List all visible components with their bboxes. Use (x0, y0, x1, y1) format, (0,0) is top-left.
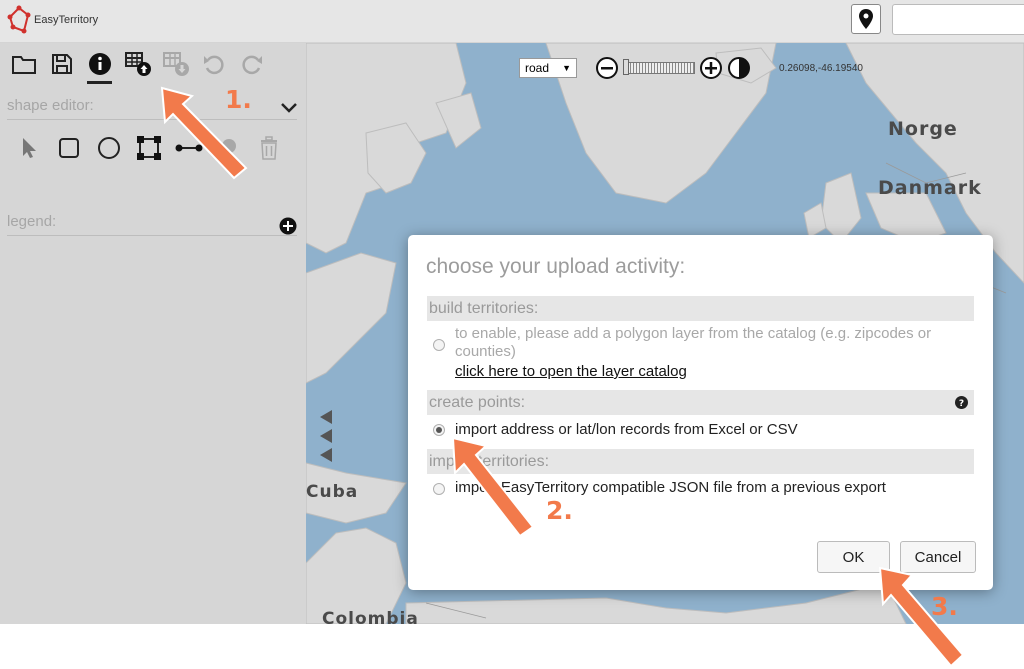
line-tool-button[interactable] (174, 135, 204, 161)
save-button[interactable] (46, 49, 77, 79)
circle-icon (98, 137, 120, 159)
annotation-step-1: 1. (225, 85, 252, 114)
map-label-cuba: Cuba (306, 482, 359, 502)
point-tool-button[interactable] (214, 135, 244, 161)
cancel-button[interactable]: Cancel (900, 541, 976, 573)
zoom-out-icon[interactable] (595, 56, 619, 80)
rectangle-tool-button[interactable] (54, 135, 84, 161)
radio-import-territories[interactable] (433, 483, 445, 495)
table-upload-icon (124, 52, 151, 76)
section-header-import-territories: import territories: (427, 449, 974, 474)
save-icon (51, 54, 72, 74)
svg-text:?: ? (959, 399, 964, 409)
option-build-territories-text: to enable, please add a polygon layer fr… (455, 325, 932, 360)
redo-icon (241, 55, 262, 75)
table-download-icon (162, 52, 189, 76)
section-header-build-territories: build territories: (427, 296, 974, 321)
polygon-icon (137, 136, 161, 160)
upload-table-button[interactable] (122, 49, 153, 79)
map-label-norge: Norge (888, 118, 958, 140)
section-header-create-points-label: create points: (429, 394, 526, 411)
zoom-slider-knob[interactable] (623, 59, 629, 75)
contrast-icon[interactable] (727, 56, 751, 80)
map-style-select[interactable]: road ▼ (519, 58, 577, 78)
map-style-value: road (525, 61, 550, 75)
chevron-down-icon: ▼ (562, 63, 571, 73)
download-table-button[interactable] (160, 49, 191, 79)
radio-create-points[interactable] (433, 424, 445, 436)
cursor-arrow-icon (23, 138, 36, 158)
upload-activity-dialog: choose your upload activity: build terri… (408, 235, 993, 590)
dialog-title: choose your upload activity: (426, 255, 686, 278)
main-toolbar (8, 49, 267, 84)
logo-icon (7, 5, 31, 34)
chevron-down-icon[interactable] (281, 103, 297, 113)
radio-build-territories[interactable] (433, 339, 445, 351)
trash-icon (261, 136, 277, 160)
ok-button[interactable]: OK (817, 541, 890, 573)
point-icon (222, 139, 236, 153)
left-panel: shape editor: legend: (0, 43, 306, 624)
add-legend-icon[interactable] (279, 217, 297, 235)
zoom-slider[interactable] (623, 59, 695, 75)
shape-editor-label: shape editor: (7, 97, 94, 114)
map-controls: road ▼ (519, 56, 751, 80)
annotation-step-3: 3. (931, 592, 958, 621)
map-label-danmark: Danmark (878, 177, 982, 199)
shape-editor-tools (14, 135, 284, 161)
help-icon[interactable]: ? (955, 396, 968, 409)
polygon-tool-button[interactable] (134, 135, 164, 161)
annotation-step-2: 2. (546, 496, 573, 525)
map-pin-icon (859, 9, 873, 29)
select-tool-button[interactable] (14, 135, 44, 161)
rectangle-icon (59, 138, 79, 158)
undo-button[interactable] (198, 49, 229, 79)
footer-area (0, 624, 1024, 669)
line-segment-icon (175, 144, 203, 152)
locate-button[interactable] (851, 4, 881, 34)
collapse-panel-arrows-icon[interactable] (318, 408, 336, 466)
coordinates-readout: 0.26098,-46.19540 (779, 63, 863, 74)
open-folder-button[interactable] (8, 49, 39, 79)
shape-editor-header[interactable]: shape editor: (7, 97, 297, 120)
logo-text: EasyTerritory (34, 14, 99, 26)
section-header-create-points: create points: ? (427, 390, 974, 415)
info-button[interactable] (84, 49, 115, 84)
folder-icon (11, 56, 36, 74)
undo-icon (203, 55, 224, 75)
delete-shape-button[interactable] (254, 135, 284, 161)
info-icon (88, 53, 111, 75)
option-import-territories-text: import EasyTerritory compatible JSON fil… (455, 479, 886, 496)
map-label-colombia: Colombia (322, 609, 419, 624)
zoom-in-icon[interactable] (699, 56, 723, 80)
circle-tool-button[interactable] (94, 135, 124, 161)
redo-button[interactable] (236, 49, 267, 79)
legend-header: legend: (7, 213, 297, 236)
app-logo[interactable]: EasyTerritory (6, 4, 98, 36)
option-create-points-text: import address or lat/lon records from E… (455, 421, 798, 438)
search-input[interactable] (892, 4, 1024, 35)
legend-label: legend: (7, 213, 57, 230)
top-bar: EasyTerritory (0, 0, 1024, 43)
open-layer-catalog-link[interactable]: click here to open the layer catalog (455, 363, 687, 380)
